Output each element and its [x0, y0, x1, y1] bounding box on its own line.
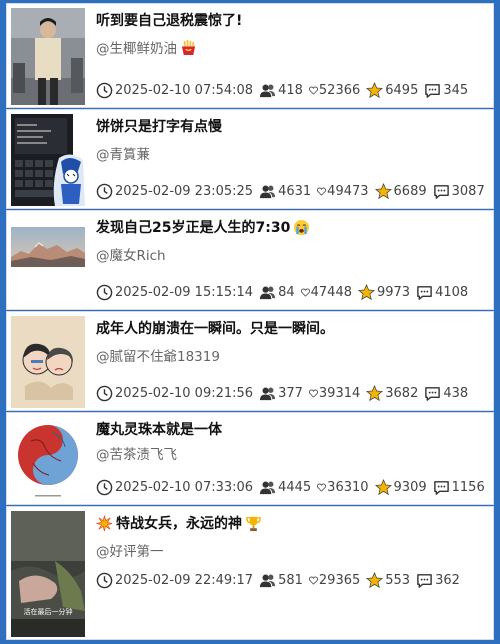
- star-count[interactable]: 3682: [366, 385, 418, 402]
- star-count[interactable]: 6495: [366, 82, 418, 99]
- like-count[interactable]: 36310: [317, 480, 369, 495]
- comment-icon: [425, 387, 441, 401]
- users-icon: [260, 387, 276, 401]
- post-thumbnail[interactable]: [11, 417, 85, 501]
- heart-icon: [317, 187, 327, 196]
- post-title[interactable]: 饼饼只是打字有点慢: [96, 116, 485, 136]
- post-author[interactable]: @青篔蒹: [96, 143, 150, 163]
- star-icon: [357, 284, 375, 301]
- clock-icon: [96, 284, 113, 301]
- post-meta: 2025-02-09 23:05:25 4631 49473 6689 3087: [96, 183, 489, 200]
- post-card[interactable]: 活在最后一分钟 特战女兵，永远的神 @好评第一 2025-02-09 22:49…: [6, 506, 494, 640]
- thumbnail-caption: 活在最后一分钟: [23, 608, 73, 616]
- post-card[interactable]: 魔丸灵珠本就是一体 @苦茶渍飞飞 2025-02-10 07:33:06 444…: [6, 412, 494, 505]
- post-author[interactable]: @好评第一: [96, 540, 164, 560]
- post-meta: 2025-02-09 22:49:17 581 29365 553 362: [96, 572, 489, 589]
- star-icon: [366, 385, 384, 402]
- post-title[interactable]: 听到要自己退税震惊了!: [96, 10, 485, 30]
- star-icon: [374, 479, 392, 496]
- star-count[interactable]: 9309: [374, 479, 427, 496]
- post-thumbnail[interactable]: 活在最后一分钟: [11, 511, 85, 637]
- post-title[interactable]: 魔丸灵珠本就是一体: [96, 419, 485, 439]
- post-title[interactable]: 特战女兵，永远的神: [96, 513, 485, 533]
- post-thumbnail[interactable]: [11, 316, 85, 408]
- follower-count: 581: [259, 572, 303, 589]
- star-count[interactable]: 9973: [357, 284, 410, 301]
- star-icon: [366, 572, 384, 589]
- like-count[interactable]: 52366: [308, 83, 360, 98]
- post-card[interactable]: 听到要自己退税震惊了! @生椰鲜奶油 2025-02-10 07:54:08 4…: [6, 3, 494, 108]
- post-time: 2025-02-10 07:54:08: [96, 82, 253, 99]
- comment-icon: [417, 286, 432, 300]
- post-time: 2025-02-09 22:49:17: [96, 572, 253, 589]
- post-card[interactable]: 饼饼只是打字有点慢 @青篔蒹 2025-02-09 23:05:25 4631 …: [6, 109, 494, 209]
- post-time: 2025-02-09 23:05:25: [96, 183, 253, 200]
- users-icon: [260, 185, 276, 199]
- post-author[interactable]: @苦茶渍飞飞: [96, 443, 177, 463]
- clock-icon: [96, 385, 113, 402]
- follower-count: 377: [259, 385, 303, 402]
- users-icon: [260, 286, 276, 300]
- post-time: 2025-02-10 09:21:56: [96, 385, 253, 402]
- post-title[interactable]: 成年人的崩溃在一瞬间。只是一瞬间。: [96, 318, 485, 338]
- post-card[interactable]: 成年人的崩溃在一瞬间。只是一瞬间。 @腻留不住爺18319 2025-02-10…: [6, 311, 494, 411]
- follower-count: 84: [259, 284, 295, 301]
- fries-icon: [181, 39, 196, 55]
- star-icon: [374, 183, 392, 200]
- trophy-icon: [246, 516, 261, 531]
- post-time: 2025-02-09 15:15:14: [96, 284, 253, 301]
- heart-icon: [308, 389, 318, 398]
- star-icon: [366, 82, 384, 99]
- post-author[interactable]: @魔女Rich: [96, 244, 166, 264]
- follower-count: 4445: [259, 479, 311, 496]
- post-thumbnail[interactable]: [11, 227, 85, 267]
- heart-icon: [308, 86, 318, 95]
- post-time: 2025-02-10 07:33:06: [96, 479, 253, 496]
- users-icon: [260, 84, 276, 98]
- heart-icon: [300, 288, 310, 297]
- like-count[interactable]: 47448: [300, 285, 352, 300]
- comment-icon: [417, 574, 432, 588]
- users-icon: [260, 481, 276, 495]
- follower-count: 418: [259, 82, 303, 99]
- star-count[interactable]: 6689: [374, 183, 427, 200]
- heart-icon: [308, 576, 318, 585]
- clock-icon: [96, 183, 113, 200]
- users-icon: [260, 574, 276, 588]
- comment-count[interactable]: 362: [416, 572, 460, 589]
- clock-icon: [96, 572, 113, 589]
- post-thumbnail[interactable]: [11, 8, 85, 105]
- like-count[interactable]: 39314: [308, 386, 360, 401]
- comment-count[interactable]: 4108: [416, 284, 468, 301]
- post-author[interactable]: @腻留不住爺18319: [96, 345, 220, 365]
- like-count[interactable]: 49473: [317, 184, 369, 199]
- post-meta: 2025-02-09 15:15:14 84 47448 9973 4108: [96, 284, 489, 301]
- post-meta: 2025-02-10 07:54:08 418 52366 6495 345: [96, 82, 489, 99]
- like-count[interactable]: 29365: [308, 573, 360, 588]
- clock-icon: [96, 479, 113, 496]
- comment-icon: [433, 185, 449, 199]
- clock-icon: [96, 82, 113, 99]
- comment-icon: [425, 84, 441, 98]
- post-author[interactable]: @生椰鲜奶油: [96, 37, 197, 57]
- post-meta: 2025-02-10 09:21:56 377 39314 3682 438: [96, 385, 489, 402]
- star-count[interactable]: 553: [366, 572, 410, 589]
- post-meta: 2025-02-10 07:33:06 4445 36310 9309 1156: [96, 479, 489, 496]
- follower-count: 4631: [259, 183, 311, 200]
- post-title[interactable]: 发现自己25岁正是人生的7:30: [96, 217, 485, 237]
- comment-count[interactable]: 1156: [433, 479, 485, 496]
- comment-count[interactable]: 438: [424, 385, 468, 402]
- collision-icon: [96, 514, 113, 531]
- comment-icon: [433, 481, 449, 495]
- feed-list: 听到要自己退税震惊了! @生椰鲜奶油 2025-02-10 07:54:08 4…: [3, 3, 497, 641]
- heart-icon: [317, 483, 327, 492]
- crying-face-icon: [294, 219, 310, 235]
- comment-count[interactable]: 3087: [433, 183, 485, 200]
- post-card[interactable]: 发现自己25岁正是人生的7:30 @魔女Rich 2025-02-09 15:1…: [6, 210, 494, 310]
- post-thumbnail[interactable]: [11, 114, 85, 206]
- comment-count[interactable]: 345: [424, 82, 468, 99]
